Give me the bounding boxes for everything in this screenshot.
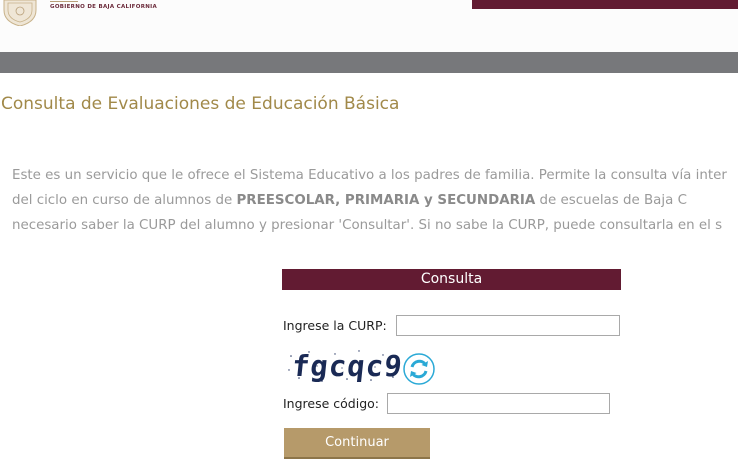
site-header: GOBIERNO DE BAJA CALIFORNIA xyxy=(0,0,738,52)
curp-label: Ingrese la CURP: xyxy=(283,318,387,333)
header-accent-bar xyxy=(472,0,738,9)
state-emblem-logo xyxy=(3,0,37,26)
consulta-section-header: Consulta xyxy=(282,269,621,290)
intro-line-2: del ciclo en curso de alumnos de PREESCO… xyxy=(12,188,738,213)
refresh-arrows-icon[interactable] xyxy=(403,353,435,385)
captcha-text: fgcqc9 xyxy=(290,349,405,383)
page-title: Consulta de Evaluaciones de Educación Bá… xyxy=(1,94,400,114)
captcha-code-input[interactable] xyxy=(387,393,610,414)
intro-line-1: Este es un servicio que le ofrece el Sis… xyxy=(12,168,727,183)
curp-input[interactable] xyxy=(396,315,620,336)
logo-divider xyxy=(50,1,78,2)
navigation-bar xyxy=(0,52,738,73)
code-label: Ingrese código: xyxy=(283,396,379,411)
intro-line-2-start: del ciclo en curso de alumnos de xyxy=(12,193,237,208)
intro-line-2-end: de escuelas de Baja C xyxy=(535,193,687,208)
intro-paragraph: Este es un servicio que le ofrece el Sis… xyxy=(12,163,738,238)
captcha-image: fgcqc9 xyxy=(287,348,405,384)
intro-line-3: necesario saber la CURP del alumno y pre… xyxy=(12,218,723,233)
intro-levels-bold: PREESCOLAR, PRIMARIA y SECUNDARIA xyxy=(236,193,536,208)
logo-text: GOBIERNO DE BAJA CALIFORNIA xyxy=(50,4,158,10)
continue-button[interactable]: Continuar xyxy=(284,428,430,459)
